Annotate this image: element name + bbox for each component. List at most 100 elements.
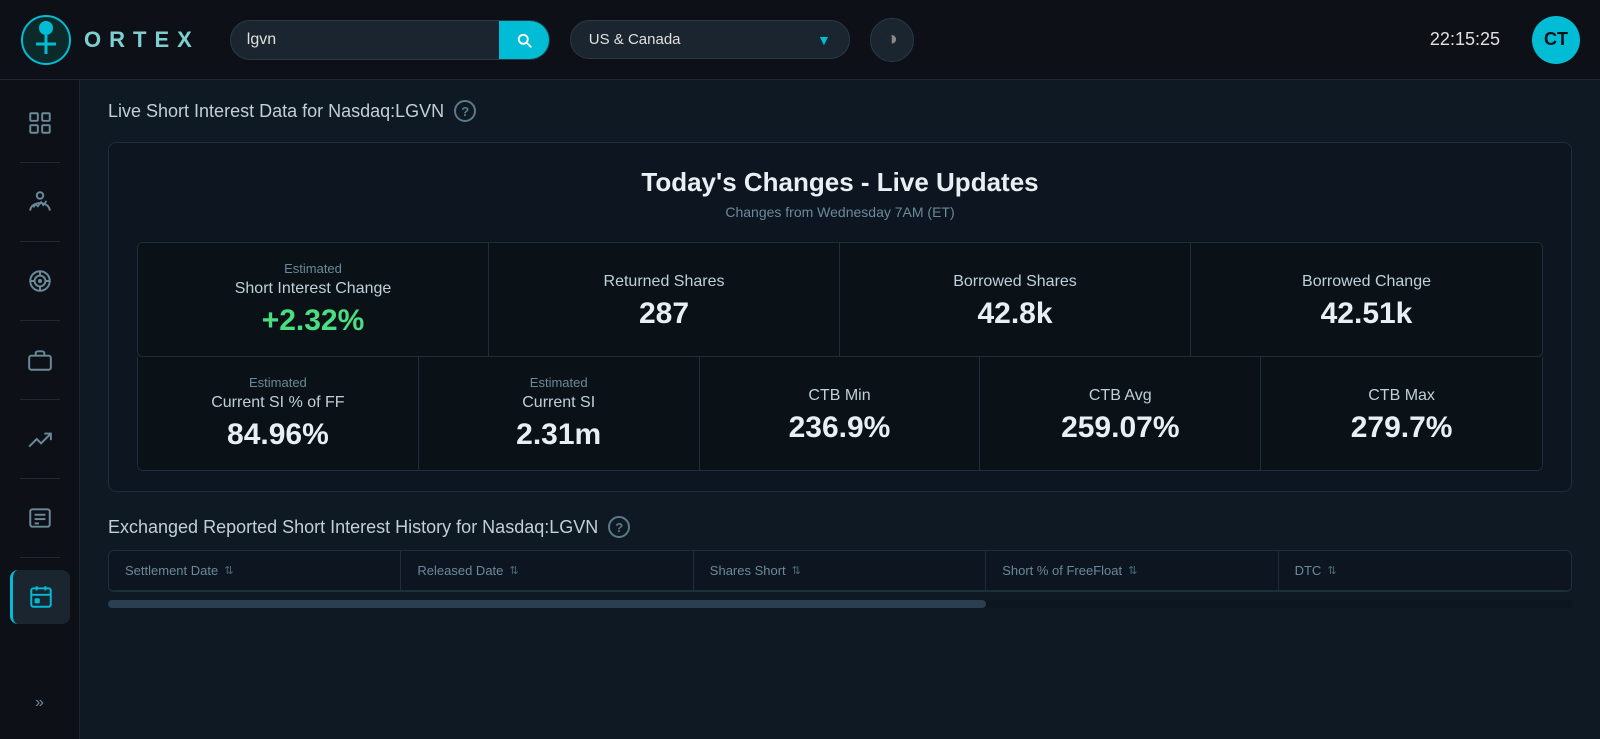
sidebar-divider-5 [20,478,60,479]
sort-icon-shares-short: ⇅ [792,564,801,577]
section-help-icon[interactable]: ? [454,100,476,122]
sidebar-item-trending[interactable] [10,412,70,466]
th-shares-short-label: Shares Short [710,563,786,578]
th-shares-short[interactable]: Shares Short ⇅ [694,551,986,590]
stat-value-ctb-max: 279.7% [1351,411,1453,445]
stat-label-estimated-1: Estimated [284,261,342,276]
search-button[interactable] [499,21,549,59]
stat-label-main-si-ff: Current SI % of FF [211,394,344,412]
stat-value-returned-shares: 287 [639,297,689,331]
stat-label-main-si: Short Interest Change [235,280,392,298]
ortex-logo-icon [20,14,72,66]
stat-cell-si-change: Estimated Short Interest Change +2.32% [138,243,489,356]
stat-value-si-ff: 84.96% [227,418,329,452]
stat-cell-current-si: Estimated Current SI 2.31m [419,357,700,470]
app-header: ORTEX US & Canada ▼ ◑ 22:15:25 CT [0,0,1600,80]
exchange-help-text: ? [615,520,623,535]
live-panel-title: Today's Changes - Live Updates [137,167,1543,198]
stat-value-ctb-min: 236.9% [789,411,891,445]
main-content: Live Short Interest Data for Nasdaq:LGVN… [80,80,1600,739]
stat-label-main-borrowed: Borrowed Shares [953,273,1077,291]
sidebar: » [0,80,80,739]
exchange-title: Exchanged Reported Short Interest Histor… [108,517,598,538]
stat-label-main-borrowed-change: Borrowed Change [1302,273,1431,291]
sidebar-divider-3 [20,320,60,321]
person-chart-icon [27,189,53,215]
logo-area: ORTEX [20,14,200,66]
th-released-date-label: Released Date [417,563,503,578]
section-title: Live Short Interest Data for Nasdaq:LGVN [108,101,444,122]
stat-cell-ctb-avg: CTB Avg 259.07% [980,357,1261,470]
stat-value-si-change: +2.32% [262,304,365,338]
stat-label-estimated-si-ff: Estimated [249,375,307,390]
search-bar[interactable] [230,20,550,60]
sort-icon-released: ⇅ [509,564,518,577]
exchange-table: Settlement Date ⇅ Released Date ⇅ Shares… [108,550,1572,592]
trending-icon [27,426,53,452]
stat-value-borrowed-change: 42.51k [1321,297,1413,331]
sidebar-item-news[interactable] [10,491,70,545]
sidebar-divider-4 [20,399,60,400]
logo-text: ORTEX [84,27,200,53]
sidebar-item-chart[interactable] [10,175,70,229]
th-settlement-date[interactable]: Settlement Date ⇅ [109,551,401,590]
stat-label-main-ctb-max: CTB Max [1368,387,1435,405]
stat-label-main-current-si: Current SI [522,394,595,412]
region-selector[interactable]: US & Canada ▼ [570,20,850,59]
region-label: US & Canada [589,31,681,48]
exchange-section-header: Exchanged Reported Short Interest Histor… [108,516,1572,538]
help-text: ? [461,104,469,119]
stat-cell-borrowed-change: Borrowed Change 42.51k [1191,243,1542,356]
search-input[interactable] [231,21,499,59]
stat-cell-borrowed-shares: Borrowed Shares 42.8k [840,243,1191,356]
stat-label-main-ctb-avg: CTB Avg [1089,387,1152,405]
sidebar-item-briefcase[interactable] [10,333,70,387]
section-header: Live Short Interest Data for Nasdaq:LGVN… [108,100,1572,122]
stat-label-main-ctb-min: CTB Min [808,387,870,405]
stat-cell-si-ff: Estimated Current SI % of FF 84.96% [138,357,419,470]
sidebar-divider-6 [20,557,60,558]
news-icon [27,505,53,531]
sidebar-item-calendar[interactable] [10,570,70,624]
stat-label-estimated-current-si: Estimated [530,375,588,390]
stat-value-ctb-avg: 259.07% [1061,411,1179,445]
main-layout: » Live Short Interest Data for Nasdaq:LG… [0,80,1600,739]
live-updates-panel: Today's Changes - Live Updates Changes f… [108,142,1572,492]
stat-value-current-si: 2.31m [516,418,601,452]
grid-icon [27,110,53,136]
th-released-date[interactable]: Released Date ⇅ [401,551,693,590]
sidebar-divider-1 [20,162,60,163]
search-icon [515,31,533,49]
stat-label-main-returned: Returned Shares [604,273,725,291]
stats-grid-top: Estimated Short Interest Change +2.32% R… [137,242,1543,357]
table-header-row: Settlement Date ⇅ Released Date ⇅ Shares… [109,551,1571,591]
sort-icon-short-ff: ⇅ [1128,564,1137,577]
sort-icon-dtc: ⇅ [1327,564,1336,577]
stats-grid-bottom: Estimated Current SI % of FF 84.96% Esti… [137,357,1543,471]
sidebar-expand-button[interactable]: » [10,683,70,723]
stat-cell-ctb-min: CTB Min 236.9% [700,357,981,470]
user-avatar[interactable]: CT [1532,16,1580,64]
expand-icon: » [35,694,44,712]
exchange-help-icon[interactable]: ? [608,516,630,538]
sort-icon-settlement: ⇅ [224,564,233,577]
stat-value-borrowed-shares: 42.8k [977,297,1052,331]
radar-icon [27,268,53,294]
th-short-ff[interactable]: Short % of FreeFloat ⇅ [986,551,1278,590]
stat-cell-returned-shares: Returned Shares 287 [489,243,840,356]
live-panel-subtitle: Changes from Wednesday 7AM (ET) [137,204,1543,220]
th-settlement-date-label: Settlement Date [125,563,218,578]
horizontal-scrollbar-track[interactable] [108,600,1572,608]
stat-cell-ctb-max: CTB Max 279.7% [1261,357,1542,470]
th-dtc-label: DTC [1295,563,1322,578]
theme-icon: ◑ [886,28,898,51]
chevron-down-icon: ▼ [817,32,831,48]
horizontal-scrollbar-thumb[interactable] [108,600,986,608]
sidebar-item-radar[interactable] [10,254,70,308]
sidebar-item-dashboard[interactable] [10,96,70,150]
th-short-ff-label: Short % of FreeFloat [1002,563,1122,578]
sidebar-divider-2 [20,241,60,242]
th-dtc[interactable]: DTC ⇅ [1279,551,1571,590]
theme-toggle-button[interactable]: ◑ [870,18,914,62]
calendar-icon [28,584,54,610]
